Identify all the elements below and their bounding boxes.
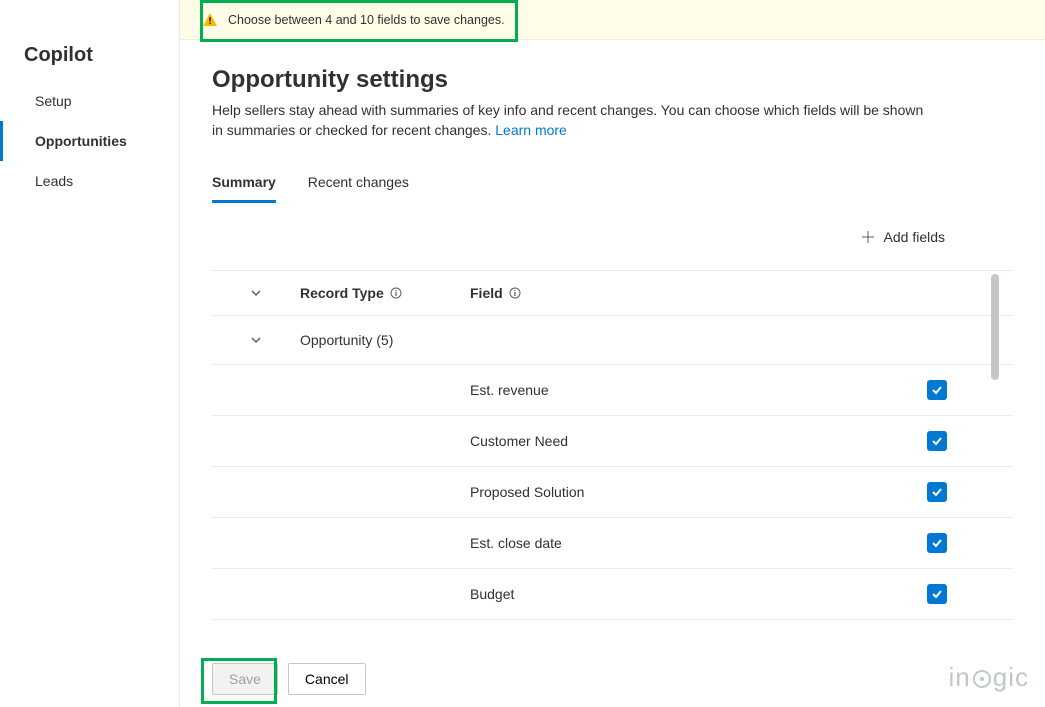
tab-label: Recent changes	[308, 174, 409, 190]
field-name: Est. revenue	[470, 382, 549, 398]
cancel-button[interactable]: Cancel	[288, 663, 366, 695]
add-fields-label: Add fields	[884, 229, 945, 245]
save-button[interactable]: Save	[212, 663, 278, 695]
tabs: Summary Recent changes	[212, 168, 1013, 203]
field-name: Est. close date	[470, 535, 562, 551]
checkbox[interactable]	[927, 431, 947, 451]
main-area: Choose between 4 and 10 fields to save c…	[180, 0, 1045, 707]
info-icon[interactable]	[509, 287, 521, 299]
sidebar-item-label: Opportunities	[35, 133, 127, 149]
table-row: Customer Need	[212, 416, 1013, 467]
fields-table: Record Type Field	[212, 270, 1013, 707]
table-row: Est. revenue	[212, 365, 1013, 416]
warning-text: Choose between 4 and 10 fields to save c…	[228, 13, 505, 27]
table-row: Est. close date	[212, 518, 1013, 569]
checkbox[interactable]	[927, 533, 947, 553]
checkbox[interactable]	[927, 482, 947, 502]
sidebar-item-label: Leads	[35, 173, 73, 189]
info-icon[interactable]	[390, 287, 402, 299]
chevron-down-icon[interactable]	[250, 287, 262, 299]
header-record-type: Record Type	[300, 285, 384, 301]
plus-icon	[860, 229, 876, 245]
scrollbar-thumb[interactable]	[991, 274, 999, 380]
learn-more-link[interactable]: Learn more	[495, 122, 567, 138]
field-name: Customer Need	[470, 433, 568, 449]
sidebar-item-leads[interactable]: Leads	[0, 161, 179, 201]
tab-summary[interactable]: Summary	[212, 168, 276, 203]
table-row: Budget	[212, 569, 1013, 620]
sidebar-item-label: Setup	[35, 93, 72, 109]
field-name: Proposed Solution	[470, 484, 584, 500]
warning-icon	[202, 12, 218, 28]
tab-recent-changes[interactable]: Recent changes	[308, 168, 409, 203]
checkbox[interactable]	[927, 380, 947, 400]
checkbox[interactable]	[927, 584, 947, 604]
group-row-opportunity[interactable]: Opportunity (5)	[212, 316, 1013, 365]
page-description-text: Help sellers stay ahead with summaries o…	[212, 102, 923, 138]
footer: Save Cancel	[180, 651, 1045, 707]
table-header-row: Record Type Field	[212, 270, 1013, 316]
table-row: Proposed Solution	[212, 467, 1013, 518]
tab-label: Summary	[212, 174, 276, 190]
page-title: Opportunity settings	[212, 66, 1013, 94]
chevron-down-icon[interactable]	[250, 334, 262, 346]
sidebar-title: Copilot	[0, 44, 179, 81]
sidebar-item-setup[interactable]: Setup	[0, 81, 179, 121]
add-fields-button[interactable]: Add fields	[860, 229, 945, 245]
sidebar: Copilot Setup Opportunities Leads	[0, 0, 180, 707]
page-description: Help sellers stay ahead with summaries o…	[212, 100, 932, 140]
header-field: Field	[470, 285, 503, 301]
warning-banner: Choose between 4 and 10 fields to save c…	[180, 0, 1045, 40]
field-name: Budget	[470, 586, 514, 602]
group-label: Opportunity (5)	[300, 332, 393, 348]
sidebar-item-opportunities[interactable]: Opportunities	[0, 121, 179, 161]
